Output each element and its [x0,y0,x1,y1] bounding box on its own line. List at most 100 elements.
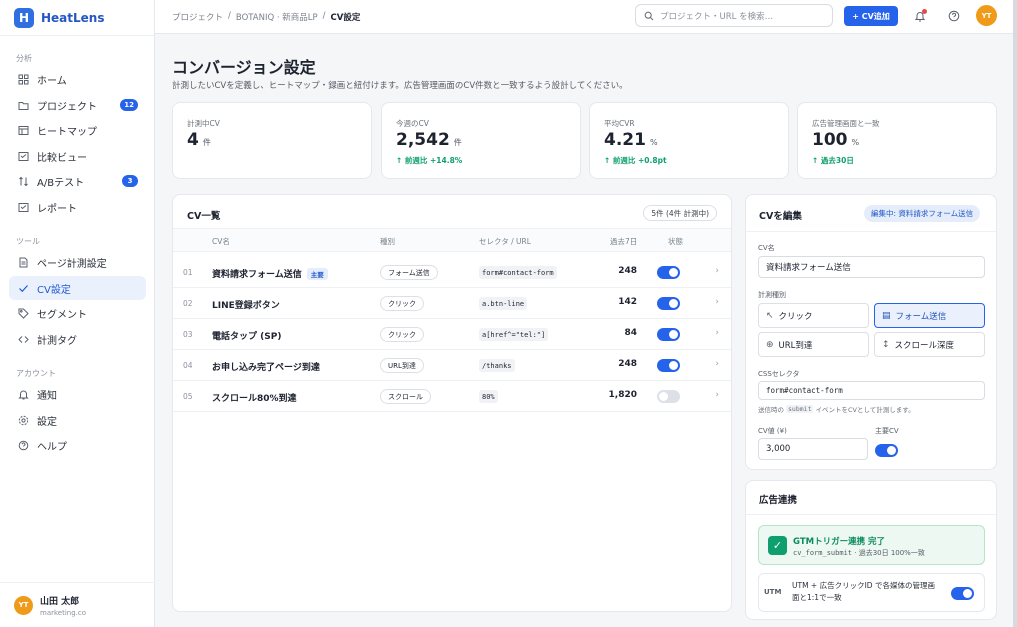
add-cv-button[interactable]: + CV追加 [844,6,898,26]
method-click-button[interactable]: ↖ クリック [758,303,869,328]
sidebar-item-label: ヘルプ [37,441,67,453]
method-scroll-button[interactable]: ↕ スクロール深度 [874,332,985,357]
stat-label: 計測中CV [187,119,220,128]
breadcrumb-projects[interactable]: プロジェクト [172,11,223,23]
stat-card-active-cv: 計測中CV 4件 [172,102,372,179]
row-count: 248 [618,359,637,369]
method-url-button[interactable]: ⊕ URL到達 [758,332,869,357]
chevron-right-icon[interactable]: › [715,297,719,307]
sidebar-item-segments[interactable]: セグメント [9,301,146,325]
sidebar-item-label: ヒートマップ [37,126,97,138]
stat-value-wrap: 4件 [187,130,211,150]
code-icon [17,333,29,345]
row-number: 05 [183,392,193,401]
main-cv-tag: 主要 [306,267,328,280]
sidebar-item-projects[interactable]: プロジェクト 12 [9,93,146,117]
row-status-toggle[interactable] [657,328,680,341]
row-selector: form#contact-form [479,266,557,279]
heatmap-icon [17,124,29,136]
col-header-status: 状態 [668,237,683,246]
stat-unit: % [851,138,860,147]
unread-dot [922,9,927,14]
compare-icon [17,150,29,162]
method-form-button[interactable]: ▤ フォーム送信 [874,303,985,328]
row-selector: /thanks [479,359,515,372]
sidebar-item-reports[interactable]: レポート [9,195,146,219]
row-count: 142 [618,297,637,307]
ab-test-count-badge: 3 [122,175,138,187]
gtm-title: GTMトリガー連携 完了 [793,537,886,547]
user-profile[interactable]: YT 山田 太郎 marketing.co [0,582,155,627]
sidebar-item-tracking-tag[interactable]: 計測タグ [9,327,146,351]
table-row[interactable]: 05 スクロール80%到達 スクロール 80% 1,820 › [173,381,731,412]
chevron-right-icon[interactable]: › [715,266,719,276]
cv-list-title: CV一覧 [187,211,221,222]
stat-unit: 件 [202,138,211,147]
method-label-text: スクロール深度 [894,340,955,351]
stat-label: 平均CVR [604,119,635,128]
bell-icon [17,388,29,400]
sidebar-item-label: プロジェクト [37,101,97,113]
method-label-text: フォーム送信 [895,311,947,322]
sidebar-item-ab-test[interactable]: A/Bテスト 3 [9,169,146,193]
sidebar-item-label: A/Bテスト [37,177,85,189]
notification-bell-icon[interactable] [913,9,927,23]
stat-change: ↑ 前週比 +0.8pt [604,156,667,165]
app-name: HeatLens [41,10,105,25]
user-avatar: YT [14,595,33,615]
cv-name-field[interactable]: 資料請求フォーム送信 [758,256,985,278]
cv-name-label: CV名 [758,244,775,252]
row-status-toggle[interactable] [657,297,680,310]
sidebar-item-label: セグメント [37,309,87,321]
row-type: URL到達 [380,358,424,373]
app-logo[interactable]: H HeatLens [0,0,154,36]
table-row[interactable]: 01 資料請求フォーム送信 主要 フォーム送信 form#contact-form… [173,257,731,288]
sidebar-item-compare[interactable]: 比較ビュー [9,144,146,168]
col-header-selector: セレクタ / URL [479,237,531,246]
sidebar-item-settings[interactable]: 設定 [9,408,146,432]
row-type: クリック [380,296,424,311]
row-status-toggle[interactable] [657,266,680,279]
sidebar-item-help[interactable]: ヘルプ [9,433,146,457]
row-status-toggle[interactable] [657,390,680,403]
sidebar-item-home[interactable]: ホーム [9,67,146,91]
sidebar: H HeatLens 分析 ホーム プロジェクト 12 ヒートマップ 比較ビュー… [0,0,155,627]
table-row[interactable]: 04 お申し込み完了ページ到達 URL到達 /thanks 248 › [173,350,731,381]
main-cv-toggle[interactable] [875,444,898,457]
page-scrollbar[interactable] [1013,0,1017,627]
table-row[interactable]: 02 LINE登録ボタン クリック a.btn-line 142 › [173,288,731,319]
cv-value-field[interactable]: 3,000 [758,438,868,460]
row-number: 03 [183,330,193,339]
chevron-right-icon[interactable]: › [715,359,719,369]
page-description: 計測したいCVを定義し、ヒートマップ・録画と紐付けます。広告管理画面のCV件数と… [172,81,628,91]
gtm-code: cv_form_submit [793,549,853,557]
breadcrumb-project[interactable]: BOTANIQ · 新商品LP [236,11,318,23]
sidebar-item-page-tracking[interactable]: ページ計測設定 [9,250,146,274]
sidebar-item-cv-settings[interactable]: CV設定 [9,276,146,300]
breadcrumb: プロジェクト / BOTANIQ · 新商品LP / CV設定 [172,11,360,23]
chevron-right-icon[interactable]: › [715,390,719,400]
css-selector-field[interactable]: form#contact-form [758,381,985,400]
utm-toggle[interactable] [951,587,974,600]
sidebar-item-label: ホーム [37,75,67,87]
row-status-toggle[interactable] [657,359,680,372]
top-user-avatar[interactable]: YT [976,5,997,26]
col-header-name: CV名 [212,237,230,246]
table-row[interactable]: 03 電話タップ (SP) クリック a[href^="tel:"] 84 › [173,319,731,350]
stat-unit: % [649,138,658,147]
chevron-right-icon[interactable]: › [715,328,719,338]
gtm-detail-text: · 過去30日 100%一致 [852,549,925,557]
gtm-status: ✓ GTMトリガー連携 完了 cv_form_submit · 過去30日 10… [758,525,985,565]
method-label: 計測種別 [758,291,786,299]
sidebar-item-heatmap[interactable]: ヒートマップ [9,118,146,142]
search-input[interactable]: プロジェクト・URL を検索… [635,4,833,27]
help-icon[interactable] [947,9,961,23]
nav-section-account: アカウント [16,369,56,378]
stat-change: ↑ 前週比 +14.8% [396,156,463,165]
user-name: 山田 太郎 [40,596,80,607]
topbar: プロジェクト / BOTANIQ · 新商品LP / CV設定 プロジェクト・U… [155,0,1017,34]
row-number: 01 [183,268,193,277]
sidebar-item-notifications[interactable]: 通知 [9,382,146,406]
cv-edit-card: CVを編集 編集中: 資料請求フォーム送信 CV名 資料請求フォーム送信 計測種… [745,194,997,470]
divider [746,231,996,232]
